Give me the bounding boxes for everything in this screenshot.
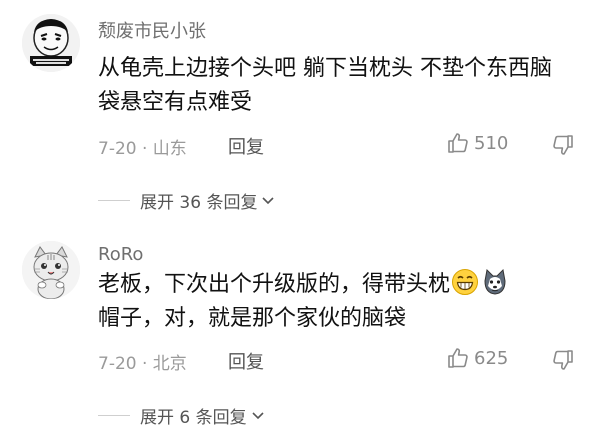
expand-replies-label: 展开 36 条回复 — [140, 193, 258, 213]
chevron-down-icon — [261, 194, 275, 208]
username[interactable]: 颓废市民小张 — [98, 17, 206, 43]
dislike-button[interactable] — [551, 348, 575, 372]
comment-text-part: 帽子，对，就是那个家伙的脑袋 — [98, 306, 407, 331]
comment-text: 从龟壳上边接个头吧 躺下当枕头 不垫个东西脑袋悬空有点难受 — [98, 56, 552, 115]
expand-replies-label: 展开 6 条回复 — [140, 408, 247, 428]
like-button[interactable]: 510 — [446, 131, 508, 155]
grin-emoji-icon — [451, 268, 479, 296]
chevron-down-icon — [251, 409, 265, 423]
meme-face-avatar-icon — [22, 14, 80, 72]
thumbs-up-icon — [446, 131, 470, 155]
reply-button[interactable]: 回复 — [228, 133, 264, 159]
comment-date-location: 7-20 · 北京 — [98, 354, 187, 374]
reply-button[interactable]: 回复 — [228, 348, 264, 374]
thumbs-down-icon — [551, 133, 575, 157]
divider-line — [98, 200, 130, 201]
username[interactable]: RoRo — [98, 244, 143, 265]
avatar[interactable] — [22, 241, 80, 299]
husky-emoji-icon — [481, 268, 509, 296]
dislike-button[interactable] — [551, 133, 575, 157]
like-count: 510 — [474, 132, 509, 154]
divider-line — [98, 415, 130, 416]
expand-replies-button[interactable]: 展开 36 条回复 — [98, 188, 275, 213]
avatar[interactable] — [22, 14, 80, 72]
comment-text: 老板，下次出个升级版的，得带头枕 帽子，对，就是那个家伙的脑袋 — [98, 268, 573, 336]
comment-text-part: 老板，下次出个升级版的，得带头枕 — [98, 272, 451, 297]
comment-date-location: 7-20 · 山东 — [98, 139, 187, 159]
like-button[interactable]: 625 — [446, 346, 508, 370]
thumbs-up-icon — [446, 346, 470, 370]
like-count: 625 — [474, 347, 509, 369]
expand-replies-button[interactable]: 展开 6 条回复 — [98, 403, 265, 428]
cat-avatar-icon — [22, 241, 80, 299]
thumbs-down-icon — [551, 348, 575, 372]
